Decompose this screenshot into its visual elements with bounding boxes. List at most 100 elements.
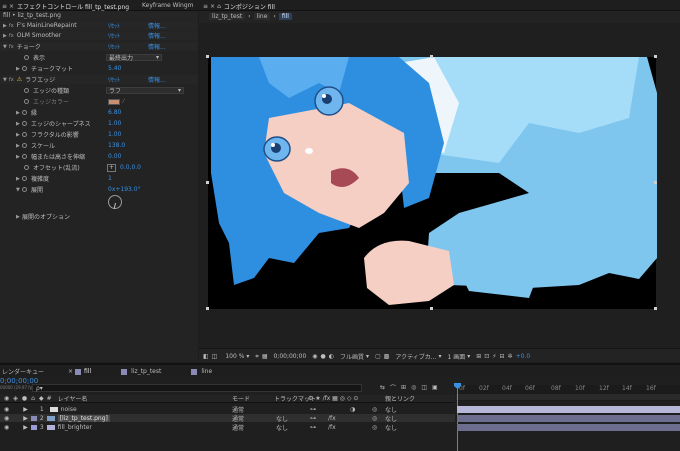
exposure-icon[interactable]: ✲ (508, 353, 513, 360)
tab-liz-tp-test[interactable]: liz_tp_test (131, 368, 161, 375)
close-icon[interactable]: × (9, 3, 14, 10)
label-color[interactable] (31, 407, 37, 412)
reset-link[interactable]: ﾘｾｯﾄ (108, 75, 120, 84)
transparency-grid-icon[interactable]: ▩ (384, 353, 390, 360)
stopwatch-icon[interactable] (22, 187, 27, 192)
fx-icon[interactable]: fx (9, 44, 14, 50)
fx-switch-icon[interactable]: ◑ (350, 406, 355, 413)
menu-icon[interactable]: ≡ (2, 3, 7, 10)
zoom-dropdown[interactable]: 100 % (225, 353, 244, 360)
stopwatch-icon[interactable] (24, 165, 29, 170)
fx-icon[interactable]: fx (9, 23, 14, 29)
show-snapshot-icon[interactable]: ● (321, 353, 326, 360)
snapshot-icon[interactable]: ◉ (312, 353, 317, 360)
lock-icon[interactable]: ⌂ (217, 3, 221, 10)
effect-row[interactable]: ▼ fx チョーク ﾘｾｯﾄ 情報... (0, 42, 198, 51)
layer-bar[interactable] (457, 424, 680, 431)
tab-effect-controls[interactable]: エフェクトコントロール fill_tp_test.png (17, 2, 129, 11)
fx-icon[interactable]: fx (9, 33, 14, 39)
parent-dropdown[interactable]: なし (385, 423, 397, 432)
pixel-aspect-icon[interactable]: ⊡ (484, 353, 489, 360)
edge-color-swatch[interactable] (108, 98, 120, 105)
close-icon[interactable]: × (210, 3, 215, 10)
parent-dropdown[interactable]: なし (385, 405, 397, 414)
stopwatch-icon[interactable] (22, 110, 27, 115)
about-link[interactable]: 情報... (148, 21, 166, 30)
motion-blur-icon[interactable]: ◎ (411, 384, 416, 391)
pickwhip-icon[interactable]: ◎ (372, 406, 377, 413)
exposure-value[interactable]: +0.0 (516, 353, 531, 360)
crosshair-icon[interactable]: + (107, 163, 116, 172)
parent-dropdown[interactable]: なし (385, 414, 397, 423)
stopwatch-icon[interactable] (22, 132, 27, 137)
property-value[interactable]: 0x+193.0° (108, 186, 141, 193)
expand-triangle-icon[interactable]: ▶ (23, 424, 28, 431)
label-color[interactable] (30, 415, 37, 421)
reset-link[interactable]: ﾘｾｯﾄ (108, 21, 120, 30)
switch-icon[interactable]: ⊶ (310, 415, 316, 422)
property-value[interactable]: 1.00 (108, 131, 121, 138)
expand-triangle-icon[interactable]: ▶ (23, 415, 28, 422)
switch-icon[interactable]: ⊶ (310, 406, 316, 413)
visibility-icon[interactable]: ◉ (4, 406, 9, 413)
share-icon[interactable]: ⊞ (476, 353, 481, 360)
switch-icon[interactable]: ⊶ (310, 424, 316, 431)
tab-fill[interactable]: fill (84, 368, 91, 375)
timecode[interactable]: 0;00;00;00 (273, 353, 306, 360)
frame-blend-icon[interactable]: ⊞ (401, 384, 406, 391)
stopwatch-icon[interactable] (22, 176, 27, 181)
label-color[interactable] (30, 424, 37, 430)
pickwhip-icon[interactable]: ◎ (372, 415, 377, 422)
quality-dropdown[interactable]: フル画質 (340, 352, 364, 361)
comp-flowchart-icon[interactable]: ⇆ (380, 384, 385, 391)
render-icon[interactable]: ◧ (203, 353, 209, 360)
close-icon[interactable]: × (68, 368, 73, 375)
about-link[interactable]: 情報... (148, 75, 166, 84)
graph-editor-icon[interactable]: ◫ (421, 384, 427, 391)
time-ruler[interactable]: 0f 02f 04f 06f 08f 10f 12f 14f 16f (456, 385, 680, 401)
property-value[interactable]: 6.80 (108, 109, 121, 116)
reset-link[interactable]: ﾘｾｯﾄ (108, 42, 120, 51)
fx-switch-icon[interactable]: ∕fx (328, 424, 336, 431)
eyedropper-icon[interactable]: ⁄ (123, 98, 124, 105)
safe-zone-icon[interactable]: ⌗ (255, 353, 258, 361)
menu-icon[interactable]: ≡ (203, 3, 208, 10)
draft-3d-icon[interactable]: ▣ (432, 384, 438, 391)
about-link[interactable]: 情報... (148, 42, 166, 51)
views-dropdown[interactable]: 1 画面 (447, 352, 465, 361)
flowchart-icon[interactable]: ⊟ (500, 353, 505, 360)
channel-icon[interactable]: ◫ (212, 353, 218, 360)
layer-row[interactable]: ◉ ▶ 1 noise 通常 ⊶ ◑ ◎ なし (0, 405, 455, 414)
stopwatch-icon[interactable] (24, 99, 29, 104)
layer-row-selected[interactable]: ◉ ▶ 2 [liz_tp_test.png] 通常 なし ⊶ ∕fx ◎ なし (0, 414, 455, 423)
reset-link[interactable]: ﾘｾｯﾄ (108, 31, 120, 40)
composition-viewer[interactable] (199, 23, 680, 348)
stopwatch-icon[interactable] (22, 66, 27, 71)
about-link[interactable]: 情報... (148, 31, 166, 40)
layer-row[interactable]: ◉ ▶ 3 fill_brighter 通常 なし ⊶ ∕fx ◎ なし (0, 423, 455, 432)
stopwatch-icon[interactable] (22, 143, 27, 148)
layer-bar-selected[interactable] (457, 415, 680, 422)
display-dropdown[interactable]: 最終出力 ▾ (106, 54, 162, 62)
layer-search-input[interactable]: ρ▾ (32, 384, 362, 392)
work-area-bar[interactable] (456, 394, 680, 400)
effect-row[interactable]: ▶ fx F's MainLineRepaint ﾘｾｯﾄ 情報... (0, 21, 198, 30)
region-icon[interactable]: ▢ (375, 353, 381, 360)
property-value[interactable]: 0.00 (108, 153, 121, 160)
edge-type-dropdown[interactable]: ラフ ▾ (106, 87, 184, 95)
mode-dropdown[interactable]: 通常 (232, 423, 244, 432)
layer-name[interactable]: noise (61, 406, 77, 413)
stopwatch-icon[interactable] (24, 88, 29, 93)
mode-dropdown[interactable]: 通常 (232, 405, 244, 414)
crumb-item[interactable]: line (253, 13, 271, 20)
trkmat-dropdown[interactable]: なし (276, 423, 288, 432)
fx-icon[interactable]: fx (9, 77, 14, 83)
crumb-item-active[interactable]: fill (278, 13, 292, 20)
effect-row[interactable]: ▶ fx OLM Smoother ﾘｾｯﾄ 情報... (0, 31, 198, 40)
property-value[interactable]: 0.0,0.0 (120, 164, 141, 171)
expand-triangle-icon[interactable]: ▶ (23, 406, 28, 413)
color-channel-icon[interactable]: ◐ (329, 353, 334, 360)
effect-row[interactable]: ▼ fx ⚠ ラフエッジ ﾘｾｯﾄ 情報... (0, 75, 198, 84)
crumb-item[interactable]: liz_tp_test (209, 13, 246, 20)
evolution-dial[interactable] (108, 195, 122, 209)
